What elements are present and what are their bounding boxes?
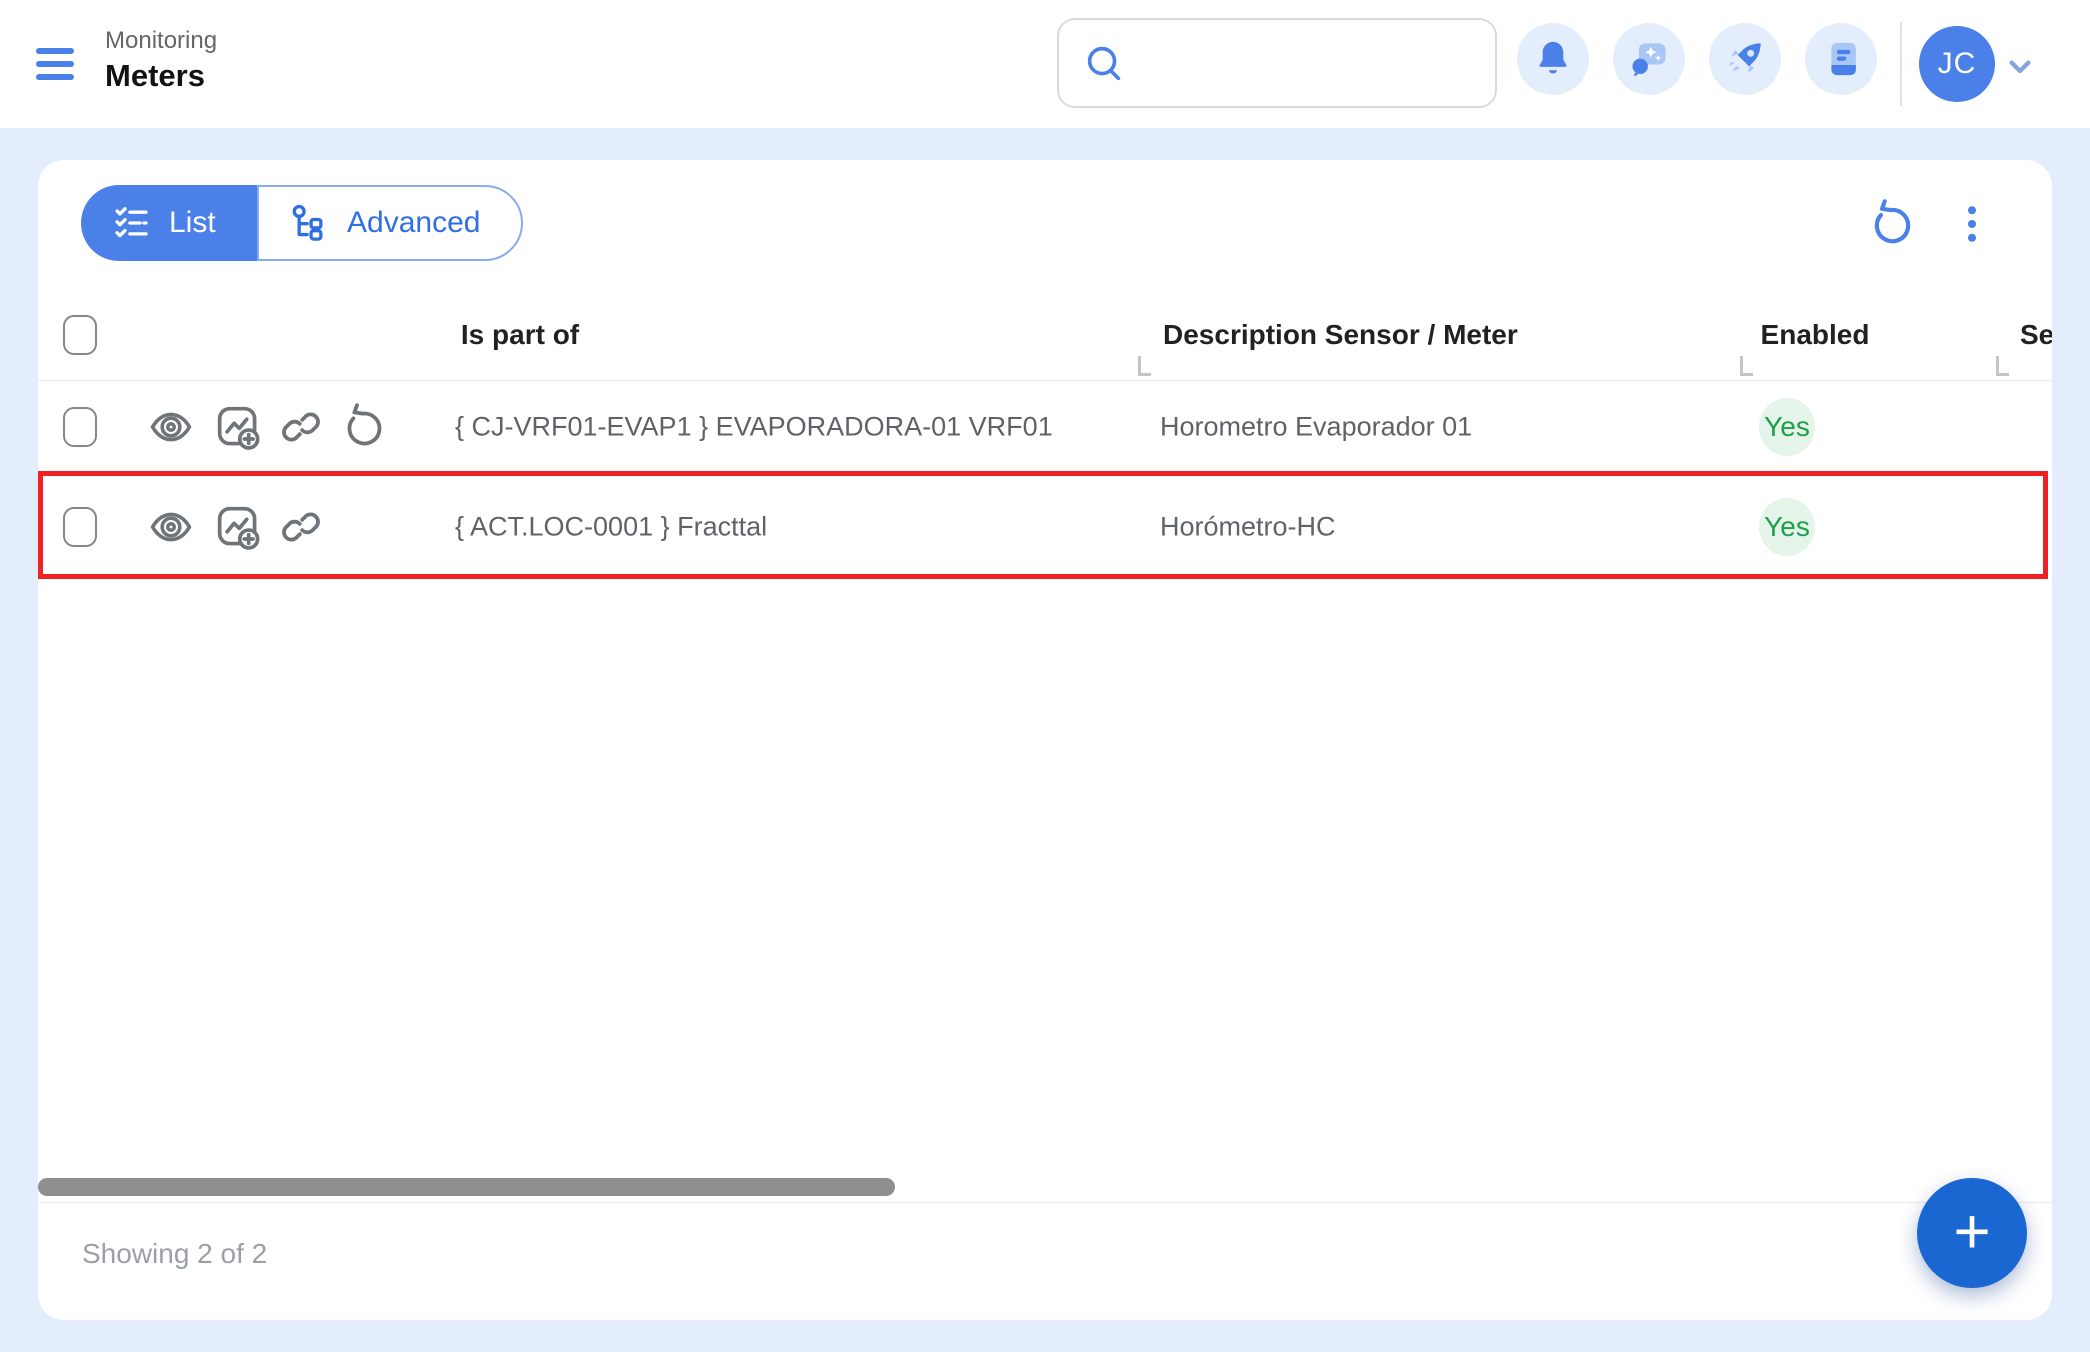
kebab-icon	[1950, 202, 1994, 246]
enabled-badge: Yes	[1759, 498, 1815, 556]
tab-advanced-label: Advanced	[347, 206, 480, 240]
hamburger-icon	[36, 48, 74, 54]
app-window: Monitoring Meters	[0, 0, 2090, 1352]
horizontal-scrollbar[interactable]	[38, 1178, 895, 1196]
add-reading-button[interactable]	[212, 501, 264, 553]
view-toggle: List Advanced	[81, 185, 523, 261]
column-resize-handle[interactable]	[1740, 356, 1753, 376]
select-all-checkbox[interactable]	[63, 315, 97, 355]
cell-is-part-of: { ACT.LOC-0001 } Fracttal	[455, 512, 767, 543]
checklist-icon	[111, 202, 153, 244]
view-meter-button[interactable]	[145, 401, 197, 453]
table-row[interactable]: { CJ-VRF01-EVAP1 } EVAPORADORA-01 VRF01 …	[38, 380, 2052, 473]
tab-list-label: List	[169, 206, 216, 240]
refresh-button[interactable]	[1864, 196, 1920, 252]
assistant-button[interactable]	[1613, 23, 1685, 95]
user-avatar[interactable]: JC	[1919, 26, 1995, 102]
notifications-button[interactable]	[1517, 23, 1589, 95]
chain-link-icon	[277, 503, 325, 551]
content-card: List Advanced	[38, 160, 2052, 1320]
search-input[interactable]	[1145, 46, 1510, 80]
enabled-value: Yes	[1764, 511, 1810, 543]
search-box[interactable]	[1057, 18, 1497, 108]
row-checkbox[interactable]	[63, 407, 97, 447]
footer-divider	[38, 1202, 2052, 1203]
chart-plus-icon	[214, 503, 262, 551]
eye-icon	[147, 503, 195, 551]
menu-button[interactable]	[36, 38, 90, 90]
enabled-badge: Yes	[1759, 398, 1815, 456]
book-icon	[1820, 38, 1862, 80]
cell-description: Horometro Evaporador 01	[1160, 411, 1472, 442]
chart-plus-icon	[214, 403, 262, 451]
refresh-icon	[1867, 199, 1917, 249]
cell-is-part-of: { CJ-VRF01-EVAP1 } EVAPORADORA-01 VRF01	[455, 411, 1053, 442]
search-icon	[1081, 40, 1127, 86]
cell-description: Horómetro-HC	[1160, 512, 1336, 543]
page-title: Meters	[105, 56, 217, 96]
tab-list[interactable]: List	[81, 185, 257, 261]
whats-new-button[interactable]	[1709, 23, 1781, 95]
header-divider	[1900, 22, 1902, 106]
top-bar: Monitoring Meters	[0, 0, 2090, 128]
enabled-value: Yes	[1764, 411, 1810, 443]
tab-advanced[interactable]: Advanced	[257, 185, 523, 261]
column-resize-handle[interactable]	[1996, 356, 2009, 376]
tree-icon	[289, 202, 331, 244]
column-header-enabled[interactable]: Enabled	[1761, 319, 1870, 351]
table-row[interactable]: { ACT.LOC-0001 } Fracttal Horómetro-HC Y…	[38, 473, 2052, 581]
more-options-button[interactable]	[1944, 196, 2000, 252]
column-header-description[interactable]: Description Sensor / Meter	[1163, 319, 1518, 351]
column-header-serial-clipped[interactable]: Ser	[2020, 319, 2052, 351]
rocket-icon	[1723, 37, 1767, 81]
help-center-button[interactable]	[1805, 23, 1877, 95]
breadcrumb: Monitoring Meters	[105, 26, 217, 96]
user-menu-chevron[interactable]	[2000, 46, 2040, 86]
add-button[interactable]: +	[1917, 1178, 2027, 1288]
row-checkbox[interactable]	[63, 507, 97, 547]
link-meter-button[interactable]	[275, 501, 327, 553]
chevron-down-icon	[2000, 46, 2040, 86]
reset-meter-button[interactable]	[338, 401, 390, 453]
add-reading-button[interactable]	[212, 401, 264, 453]
column-header-is-part-of[interactable]: Is part of	[461, 319, 579, 351]
chat-sparkles-icon	[1627, 37, 1671, 81]
column-resize-handle[interactable]	[1138, 356, 1151, 376]
showing-count: Showing 2 of 2	[82, 1238, 267, 1270]
eye-icon	[147, 403, 195, 451]
bell-icon	[1532, 38, 1574, 80]
avatar-initials: JC	[1938, 47, 1977, 81]
chain-link-icon	[277, 403, 325, 451]
reset-arrow-icon	[340, 403, 388, 451]
plus-icon: +	[1953, 1199, 1990, 1263]
link-meter-button[interactable]	[275, 401, 327, 453]
breadcrumb-section: Monitoring	[105, 26, 217, 56]
view-meter-button[interactable]	[145, 501, 197, 553]
table-header: Is part of Description Sensor / Meter En…	[38, 290, 2052, 380]
